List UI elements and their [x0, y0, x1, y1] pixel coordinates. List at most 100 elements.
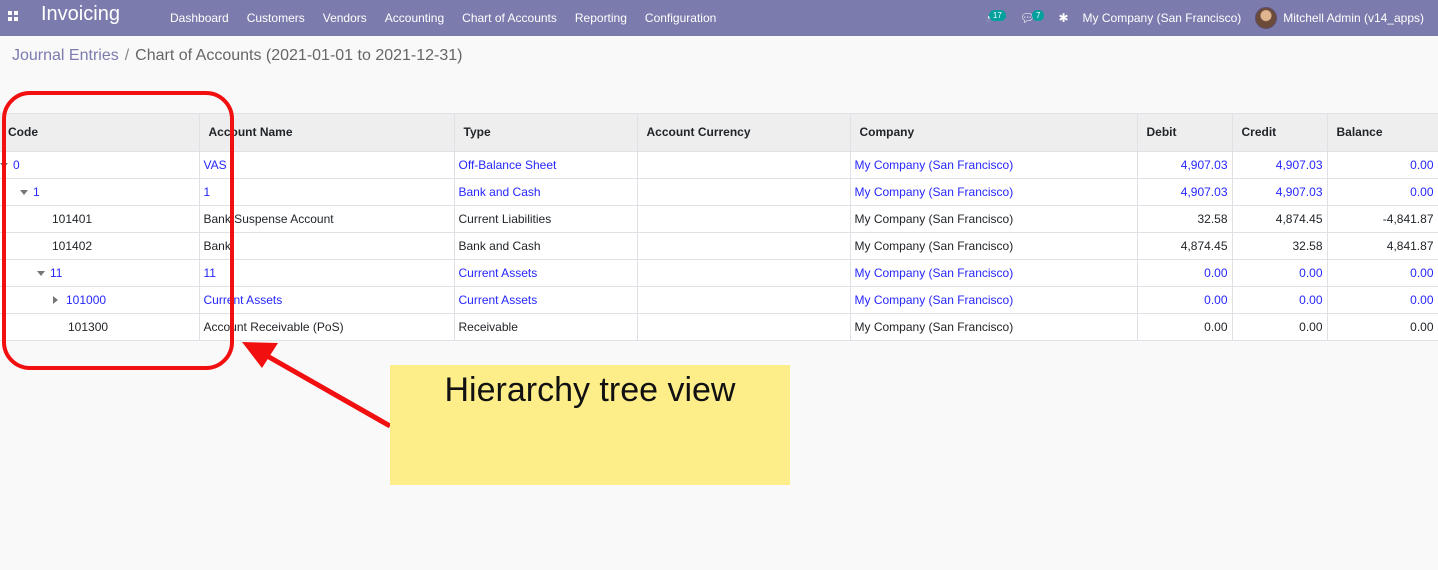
- menu-customers[interactable]: Customers: [238, 11, 314, 25]
- breadcrumb-journal-entries[interactable]: Journal Entries: [12, 47, 119, 64]
- company-switcher[interactable]: My Company (San Francisco): [1083, 11, 1242, 25]
- menu-configuration[interactable]: Configuration: [636, 11, 725, 25]
- apps-menu-icon[interactable]: [8, 11, 18, 21]
- caret-down-icon[interactable]: [20, 189, 28, 195]
- header-account-currency[interactable]: Account Currency: [637, 114, 851, 152]
- balance-cell[interactable]: 0.00: [1327, 178, 1438, 206]
- chart-of-accounts-table: Code Account Name Type Account Currency …: [0, 114, 1438, 341]
- app-title[interactable]: Invoicing: [41, 3, 120, 26]
- currency-cell[interactable]: [637, 151, 851, 179]
- currency-cell[interactable]: [637, 313, 851, 341]
- code-cell[interactable]: 101000: [0, 286, 200, 314]
- table-row[interactable]: 11 11 Current Assets My Company (San Fra…: [0, 259, 1438, 287]
- menu-accounting[interactable]: Accounting: [376, 11, 453, 25]
- type-cell[interactable]: Current Assets: [454, 286, 638, 314]
- company-cell[interactable]: My Company (San Francisco): [850, 205, 1138, 233]
- account-name-cell[interactable]: VAS: [199, 151, 455, 179]
- credit-cell[interactable]: 0.00: [1232, 313, 1328, 341]
- table-row[interactable]: 0 VAS Off-Balance Sheet My Company (San …: [0, 151, 1438, 179]
- menu-vendors[interactable]: Vendors: [314, 11, 376, 25]
- table-row[interactable]: 1 1 Bank and Cash My Company (San Franci…: [0, 178, 1438, 206]
- account-name-cell[interactable]: 1: [199, 178, 455, 206]
- currency-cell[interactable]: [637, 286, 851, 314]
- systray: ◔ 17 💬︎ 7 ✱ My Company (San Francisco) M…: [985, 0, 1438, 36]
- credit-cell[interactable]: 4,907.03: [1232, 151, 1328, 179]
- account-name-cell[interactable]: 11: [199, 259, 455, 287]
- accounts-table-wrapper: Code Account Name Type Account Currency …: [0, 113, 1438, 341]
- company-cell[interactable]: My Company (San Francisco): [850, 178, 1138, 206]
- balance-cell[interactable]: 0.00: [1327, 313, 1438, 341]
- currency-cell[interactable]: [637, 205, 851, 233]
- caret-down-icon[interactable]: [37, 270, 45, 276]
- user-name: Mitchell Admin (v14_apps): [1283, 11, 1424, 25]
- activity-menu[interactable]: ◔ 17: [985, 9, 1006, 25]
- debit-cell[interactable]: 0.00: [1137, 313, 1233, 341]
- account-name-cell[interactable]: Current Assets: [199, 286, 455, 314]
- menu-chart-of-accounts[interactable]: Chart of Accounts: [453, 11, 566, 25]
- balance-cell[interactable]: 0.00: [1327, 259, 1438, 287]
- debit-cell[interactable]: 0.00: [1137, 259, 1233, 287]
- type-cell[interactable]: Bank and Cash: [454, 232, 638, 260]
- header-company[interactable]: Company: [850, 114, 1138, 152]
- balance-cell[interactable]: 0.00: [1327, 151, 1438, 179]
- company-cell[interactable]: My Company (San Francisco): [850, 232, 1138, 260]
- type-cell[interactable]: Current Liabilities: [454, 205, 638, 233]
- main-menu: Dashboard Customers Vendors Accounting C…: [161, 0, 725, 36]
- menu-dashboard[interactable]: Dashboard: [161, 11, 238, 25]
- balance-cell[interactable]: -4,841.87: [1327, 205, 1438, 233]
- currency-cell[interactable]: [637, 178, 851, 206]
- table-row[interactable]: 101401 Bank Suspense Account Current Lia…: [0, 205, 1438, 233]
- company-cell[interactable]: My Company (San Francisco): [850, 151, 1138, 179]
- type-cell[interactable]: Receivable: [454, 313, 638, 341]
- currency-cell[interactable]: [637, 232, 851, 260]
- messaging-menu[interactable]: 💬︎ 7: [1020, 9, 1045, 25]
- currency-cell[interactable]: [637, 259, 851, 287]
- header-type[interactable]: Type: [454, 114, 638, 152]
- account-name-cell[interactable]: Bank Suspense Account: [199, 205, 455, 233]
- debit-cell[interactable]: 0.00: [1137, 286, 1233, 314]
- account-name-cell[interactable]: Account Receivable (PoS): [199, 313, 455, 341]
- header-account-name[interactable]: Account Name: [199, 114, 455, 152]
- account-code: 11: [50, 265, 63, 280]
- company-cell[interactable]: My Company (San Francisco): [850, 259, 1138, 287]
- type-cell[interactable]: Off-Balance Sheet: [454, 151, 638, 179]
- credit-cell[interactable]: 4,907.03: [1232, 178, 1328, 206]
- header-code[interactable]: Code: [0, 114, 200, 152]
- caret-right-icon[interactable]: [53, 296, 58, 305]
- account-code: 0: [13, 157, 20, 172]
- breadcrumb-current: Chart of Accounts (2021-01-01 to 2021-12…: [135, 47, 463, 64]
- debug-menu[interactable]: ✱: [1058, 11, 1068, 25]
- debit-cell[interactable]: 4,874.45: [1137, 232, 1233, 260]
- messages-badge: 7: [1032, 9, 1045, 21]
- debit-cell[interactable]: 32.58: [1137, 205, 1233, 233]
- header-credit[interactable]: Credit: [1232, 114, 1328, 152]
- balance-cell[interactable]: 0.00: [1327, 286, 1438, 314]
- credit-cell[interactable]: 0.00: [1232, 286, 1328, 314]
- debit-cell[interactable]: 4,907.03: [1137, 151, 1233, 179]
- code-cell[interactable]: 1: [0, 178, 200, 206]
- code-cell[interactable]: 101401: [0, 205, 200, 233]
- avatar: [1255, 7, 1278, 29]
- menu-reporting[interactable]: Reporting: [566, 11, 636, 25]
- table-row[interactable]: 101000 Current Assets Current Assets My …: [0, 286, 1438, 314]
- debit-cell[interactable]: 4,907.03: [1137, 178, 1233, 206]
- credit-cell[interactable]: 32.58: [1232, 232, 1328, 260]
- type-cell[interactable]: Bank and Cash: [454, 178, 638, 206]
- code-cell[interactable]: 11: [0, 259, 200, 287]
- credit-cell[interactable]: 0.00: [1232, 259, 1328, 287]
- user-menu[interactable]: Mitchell Admin (v14_apps): [1255, 7, 1424, 29]
- company-cell[interactable]: My Company (San Francisco): [850, 286, 1138, 314]
- caret-down-icon[interactable]: [0, 162, 8, 168]
- table-row[interactable]: 101300 Account Receivable (PoS) Receivab…: [0, 313, 1438, 341]
- header-debit[interactable]: Debit: [1137, 114, 1233, 152]
- type-cell[interactable]: Current Assets: [454, 259, 638, 287]
- code-cell[interactable]: 101300: [0, 313, 200, 341]
- code-cell[interactable]: 101402: [0, 232, 200, 260]
- credit-cell[interactable]: 4,874.45: [1232, 205, 1328, 233]
- balance-cell[interactable]: 4,841.87: [1327, 232, 1438, 260]
- company-cell[interactable]: My Company (San Francisco): [850, 313, 1138, 341]
- header-balance[interactable]: Balance: [1327, 114, 1438, 152]
- account-name-cell[interactable]: Bank: [199, 232, 455, 260]
- code-cell[interactable]: 0: [0, 151, 200, 179]
- table-row[interactable]: 101402 Bank Bank and Cash My Company (Sa…: [0, 232, 1438, 260]
